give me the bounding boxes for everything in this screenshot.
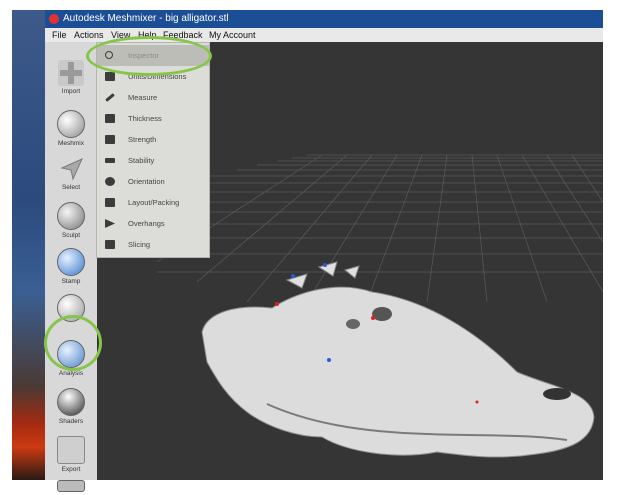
menu-item-label: Strength xyxy=(128,135,157,144)
menu-item-label: Slicing xyxy=(128,240,151,249)
title-bar: Autodesk Meshmixer - big alligator.stl xyxy=(45,10,603,28)
sculpt-label: Sculpt xyxy=(61,232,81,239)
export-tool[interactable]: Export xyxy=(45,436,97,473)
left-toolbar: Import Meshmix Select Sculpt Stamp Analy… xyxy=(45,42,98,492)
export-arrow-icon xyxy=(57,436,85,464)
brush-icon xyxy=(57,202,85,230)
highlight-circle-analysis xyxy=(44,315,102,371)
menu-item-label: Orientation xyxy=(128,177,165,186)
desktop-background xyxy=(12,10,45,480)
ruler-icon xyxy=(105,72,115,81)
analysis-label: Analysis xyxy=(58,370,84,377)
menu-item-slicing[interactable]: Slicing xyxy=(97,234,209,255)
tool-icon xyxy=(57,480,85,492)
menu-item-strength[interactable]: Strength xyxy=(97,129,209,150)
sphere-icon xyxy=(57,110,85,138)
stability-icon xyxy=(105,158,115,163)
sculpt-tool[interactable]: Sculpt xyxy=(45,202,97,239)
overhang-icon xyxy=(105,219,115,228)
select-tool[interactable]: Select xyxy=(45,156,97,191)
stamp-label: Stamp xyxy=(61,278,81,285)
menu-item-overhangs[interactable]: Overhangs xyxy=(97,213,209,234)
menu-file[interactable]: File xyxy=(52,28,67,42)
window-title: Autodesk Meshmixer - big alligator.stl xyxy=(63,13,229,24)
orientation-icon xyxy=(105,177,115,186)
menu-item-label: Measure xyxy=(128,93,158,102)
thickness-icon xyxy=(105,114,115,123)
export-label: Export xyxy=(61,466,81,473)
import-tool[interactable]: Import xyxy=(45,60,97,95)
menu-item-thickness[interactable]: Thickness xyxy=(97,108,209,129)
layout-icon xyxy=(105,198,115,207)
strength-icon xyxy=(105,135,115,144)
meshmix-tool[interactable]: Meshmix xyxy=(45,110,97,147)
stamp-icon xyxy=(57,248,85,276)
menu-my-account[interactable]: My Account xyxy=(209,28,256,42)
menu-item-label: Layout/Packing xyxy=(128,198,180,207)
menu-actions[interactable]: Actions xyxy=(74,28,104,42)
menu-item-stability[interactable]: Stability xyxy=(97,150,209,171)
alligator-skull-model xyxy=(201,261,595,458)
select-label: Select xyxy=(61,184,81,191)
next-tool[interactable] xyxy=(45,480,97,494)
shaders-tool[interactable]: Shaders xyxy=(45,388,97,425)
meshmixer-app-icon xyxy=(49,14,59,24)
pencil-measure-icon xyxy=(105,93,115,102)
shaders-label: Shaders xyxy=(58,418,84,425)
shader-ball-icon xyxy=(57,388,85,416)
stamp-tool[interactable]: Stamp xyxy=(45,248,97,285)
menu-item-label: Overhangs xyxy=(128,219,165,228)
menu-item-layout-packing[interactable]: Layout/Packing xyxy=(97,192,209,213)
meshmix-label: Meshmix xyxy=(57,140,84,147)
menu-item-measure[interactable]: Measure xyxy=(97,87,209,108)
cursor-arrow-icon xyxy=(58,156,84,182)
menu-item-label: Stability xyxy=(128,156,155,165)
menu-item-label: Thickness xyxy=(128,114,162,123)
import-label: Import xyxy=(61,88,81,95)
highlight-circle-inspector xyxy=(86,36,212,76)
plus-icon xyxy=(58,60,84,86)
menu-item-orientation[interactable]: Orientation xyxy=(97,171,209,192)
slicing-icon xyxy=(105,240,115,249)
